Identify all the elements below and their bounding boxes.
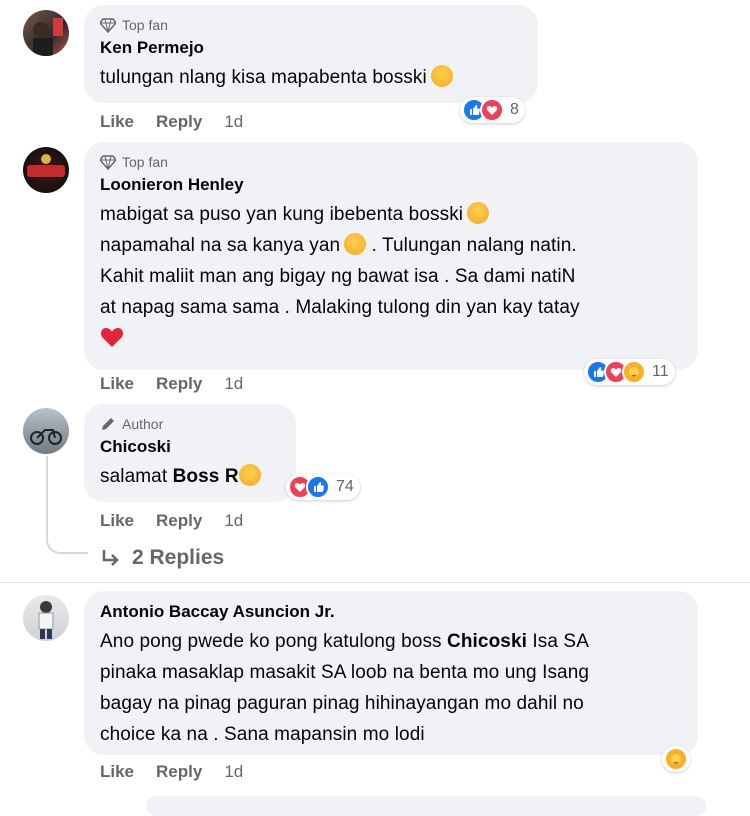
reactions-summary[interactable] <box>662 746 690 772</box>
author-badge: Author <box>100 414 280 434</box>
red-heart-icon <box>100 328 124 347</box>
top-fan-badge: Top fan <box>100 15 522 35</box>
smile-emoji-icon <box>238 464 261 486</box>
reactions-summary[interactable]: 11 <box>584 359 675 385</box>
avatar[interactable] <box>23 408 69 454</box>
sad-emoji-icon <box>344 233 367 255</box>
reply-button[interactable]: Reply <box>156 112 202 132</box>
reply-button[interactable]: Reply <box>156 374 202 394</box>
pensive-emoji-icon <box>467 202 490 224</box>
next-comment-bubble <box>146 796 706 816</box>
timestamp[interactable]: 1d <box>224 374 243 394</box>
comment-text: Ano pong pwede ko pong katulong boss Chi… <box>100 631 590 745</box>
pencil-icon <box>102 418 114 430</box>
timestamp[interactable]: 1d <box>224 762 243 782</box>
diamond-icon <box>100 18 116 33</box>
divider <box>0 582 750 583</box>
timestamp[interactable]: 1d <box>224 511 243 531</box>
comment-text: salamat Boss R <box>100 461 280 492</box>
reply-button[interactable]: Reply <box>156 511 202 531</box>
care-reaction-icon <box>622 360 646 384</box>
comment-bubble: Antonio Baccay Asuncion Jr. Ano pong pwe… <box>84 591 698 755</box>
comment-actions: Like Reply 1d <box>100 762 243 782</box>
comment-actions: Like Reply 1d <box>100 374 243 394</box>
care-reaction-icon <box>664 747 688 771</box>
author-name[interactable]: Chicoski <box>100 436 280 458</box>
diamond-icon <box>100 155 116 170</box>
comment-bubble: Author Chicoski salamat Boss R <box>84 404 296 502</box>
comment-actions: Like Reply 1d <box>100 112 243 132</box>
author-name[interactable]: Antonio Baccay Asuncion Jr. <box>100 601 682 623</box>
reply-button[interactable]: Reply <box>156 762 202 782</box>
reactions-summary[interactable]: 8 <box>460 97 525 123</box>
view-replies-link[interactable]: 2 Replies <box>100 546 224 570</box>
avatar[interactable] <box>23 147 69 193</box>
author-name[interactable]: Ken Permejo <box>100 37 522 59</box>
love-reaction-icon <box>480 98 504 122</box>
comment-text: tulungan nlang kisa mapabenta bosski <box>100 62 522 93</box>
comment-bubble: Top fan Loonieron Henley mabigat sa puso… <box>84 142 698 370</box>
author-name[interactable]: Loonieron Henley <box>100 174 682 196</box>
mention-link[interactable]: Boss R <box>173 466 239 487</box>
like-button[interactable]: Like <box>100 374 134 394</box>
smile-emoji-icon <box>430 65 453 87</box>
like-reaction-icon <box>306 475 330 499</box>
like-button[interactable]: Like <box>100 112 134 132</box>
reply-arrow-icon <box>102 550 119 566</box>
avatar[interactable] <box>23 10 69 56</box>
comment-text: mabigat sa puso yan kung ibebenta bosski… <box>100 199 682 354</box>
avatar[interactable] <box>23 595 69 641</box>
mention-link[interactable]: Chicoski <box>447 631 527 652</box>
thread-line <box>46 456 88 554</box>
comment-actions: Like Reply 1d <box>100 511 243 531</box>
comment-bubble: Top fan Ken Permejo tulungan nlang kisa … <box>84 5 538 103</box>
like-button[interactable]: Like <box>100 511 134 531</box>
timestamp[interactable]: 1d <box>224 112 243 132</box>
top-fan-badge: Top fan <box>100 152 682 172</box>
like-button[interactable]: Like <box>100 762 134 782</box>
reactions-summary[interactable]: 74 <box>286 474 360 500</box>
